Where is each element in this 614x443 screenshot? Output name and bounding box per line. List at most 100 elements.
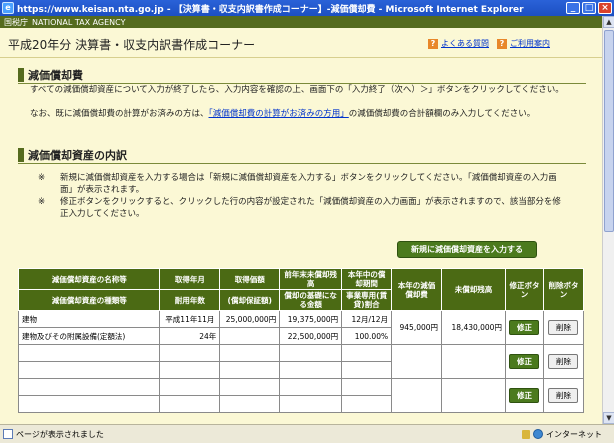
table-header-row: 減価償却資産の名称等 取得年月 取得価額 前年末未償却残高 本年中の償却期間 本…: [17, 268, 585, 311]
zone-label: インターネット: [546, 429, 602, 439]
delete-cell: 削除: [542, 310, 585, 345]
question-icon: ?: [497, 38, 507, 49]
acquisition-price: [219, 344, 281, 362]
maximize-button[interactable]: □: [582, 2, 596, 14]
useful-life: [159, 361, 221, 379]
asset-name: [17, 378, 161, 396]
delete-button[interactable]: 削除: [548, 320, 579, 335]
scroll-up-arrow[interactable]: ▲: [603, 16, 614, 28]
ie-icon: e: [2, 2, 14, 14]
column-header: 取得価額: [219, 268, 281, 290]
divider: [18, 163, 586, 164]
depreciation-base: 22,500,000円: [279, 327, 343, 345]
window-titlebar[interactable]: e https://www.keisan.nta.go.jp - 【決算書・収支…: [0, 0, 614, 16]
status-message: ページが表示されました: [16, 429, 104, 439]
depreciation-table: 減価償却資産の名称等 取得年月 取得価額 前年末未償却残高 本年中の償却期間 本…: [17, 268, 585, 413]
note-prefix: なお、既に減価償却費の計算がお済みの方は、: [30, 109, 209, 119]
guarantee-amount: [219, 395, 281, 413]
asset-kind: [17, 395, 161, 413]
current-depreciation: 945,000円: [391, 310, 443, 345]
fix-button[interactable]: 修正: [509, 388, 540, 403]
column-header: 減価償却資産の名称等: [17, 268, 161, 290]
page-header: 平成20年分 決算書・収支内訳書作成コーナー ? よくある質問 ? ご利用案内: [0, 28, 602, 58]
fix-cell: 修正: [504, 310, 544, 345]
column-header: 減価償却資産の種類等: [17, 289, 161, 311]
asset-kind: 建物及びその附属設備(定額法): [17, 327, 161, 345]
business-ratio: 100.00%: [341, 327, 393, 345]
current-depreciation: [391, 378, 443, 413]
status-bar: ページが表示されました インターネット: [0, 424, 614, 443]
faq-link[interactable]: ? よくある質問: [428, 38, 489, 49]
guarantee-amount: [219, 361, 281, 379]
asset-name: 建物: [17, 310, 161, 328]
fix-button[interactable]: 修正: [509, 354, 540, 369]
depreciation-base: [279, 361, 343, 379]
section-heading-label: 減価償却資産の内訳: [28, 149, 127, 162]
depreciation-period: [341, 344, 393, 362]
agency-name-ja: 国税庁: [4, 17, 28, 27]
depreciation-period: 12月/12月: [341, 310, 393, 328]
fix-cell: 修正: [504, 378, 544, 413]
main-content: 減価償却費 すべての減価償却資産について入力が終了したら、入力内容を確認の上、画…: [0, 58, 602, 424]
prev-year-balance: 19,375,000円: [279, 310, 343, 328]
fix-button[interactable]: 修正: [509, 320, 540, 335]
column-header: 本年中の償却期間: [341, 268, 393, 290]
depreciation-base: [279, 395, 343, 413]
column-header: 修正ボタン: [504, 268, 544, 311]
vertical-scrollbar[interactable]: ▲ ▼: [602, 16, 614, 424]
table-row: 修正 削除: [17, 344, 585, 379]
scroll-down-arrow[interactable]: ▼: [603, 412, 614, 424]
column-header: 取得年月: [159, 268, 221, 290]
instruction-text: すべての減価償却資産について入力が終了したら、入力内容を確認の上、画面下の「入力…: [30, 85, 564, 95]
note-mark: ※: [38, 173, 46, 183]
delete-button[interactable]: 削除: [548, 388, 579, 403]
new-asset-button[interactable]: 新規に減価償却資産を入力する: [397, 241, 537, 258]
depreciation-period: [341, 378, 393, 396]
column-header: 償却の基礎になる金額: [279, 289, 343, 311]
completed-calc-link[interactable]: 「減価償却費の計算がお済みの方用」: [209, 109, 349, 119]
heading-bar: [18, 68, 24, 82]
agency-bar: 国税庁 NATIONAL TAX AGENCY: [0, 16, 602, 28]
column-header: 削除ボタン: [542, 268, 585, 311]
agency-name-en: NATIONAL TAX AGENCY: [32, 17, 126, 27]
guarantee-amount: [219, 327, 281, 345]
security-zone: インターネット: [522, 429, 602, 440]
heading-bar: [18, 148, 24, 162]
delete-cell: 削除: [542, 344, 585, 379]
acquisition-date: 平成11年11月: [159, 310, 221, 328]
close-button[interactable]: ×: [598, 2, 612, 14]
scroll-thumb[interactable]: [604, 30, 614, 232]
column-header: 未償却残高: [441, 268, 506, 311]
remaining-balance: 18,430,000円: [441, 310, 506, 345]
note-text: なお、既に減価償却費の計算がお済みの方は、「減価償却費の計算がお済みの方用」の減…: [30, 108, 590, 120]
asset-kind: [17, 361, 161, 379]
fix-cell: 修正: [504, 344, 544, 379]
prev-year-balance: [279, 344, 343, 362]
note-suffix: の減価償却費の合計額欄のみ入力してください。: [348, 109, 536, 119]
acquisition-price: [219, 378, 281, 396]
business-ratio: [341, 395, 393, 413]
faq-link-label[interactable]: よくある質問: [441, 38, 489, 49]
minimize-button[interactable]: _: [566, 2, 580, 14]
globe-icon: [533, 429, 543, 439]
guide-link-label[interactable]: ご利用案内: [510, 38, 550, 49]
business-ratio: [341, 361, 393, 379]
guide-link[interactable]: ? ご利用案内: [497, 38, 550, 49]
page-title: 平成20年分 決算書・収支内訳書作成コーナー: [8, 38, 256, 52]
section-heading-breakdown: 減価償却資産の内訳: [18, 147, 127, 163]
table-row: 建物 平成11年11月 25,000,000円 19,375,000円 12月/…: [17, 310, 585, 345]
asset-name: [17, 344, 161, 362]
column-header: (償却保証額): [219, 289, 281, 311]
page-icon: [3, 429, 13, 439]
table-row: 修正 削除: [17, 378, 585, 413]
lock-icon: [522, 429, 530, 439]
section-heading-depreciation: 減価償却費: [18, 67, 83, 83]
delete-button[interactable]: 削除: [548, 354, 579, 369]
column-header: 本年の減価償却費: [391, 268, 443, 311]
acquisition-date: [159, 344, 221, 362]
note-mark: ※: [38, 197, 46, 207]
delete-cell: 削除: [542, 378, 585, 413]
acquisition-price: 25,000,000円: [219, 310, 281, 328]
remaining-balance: [441, 378, 506, 413]
note-new-asset: 新規に減価償却資産を入力する場合は「新規に減価償却資産を入力する」ボタンをクリッ…: [60, 173, 557, 195]
